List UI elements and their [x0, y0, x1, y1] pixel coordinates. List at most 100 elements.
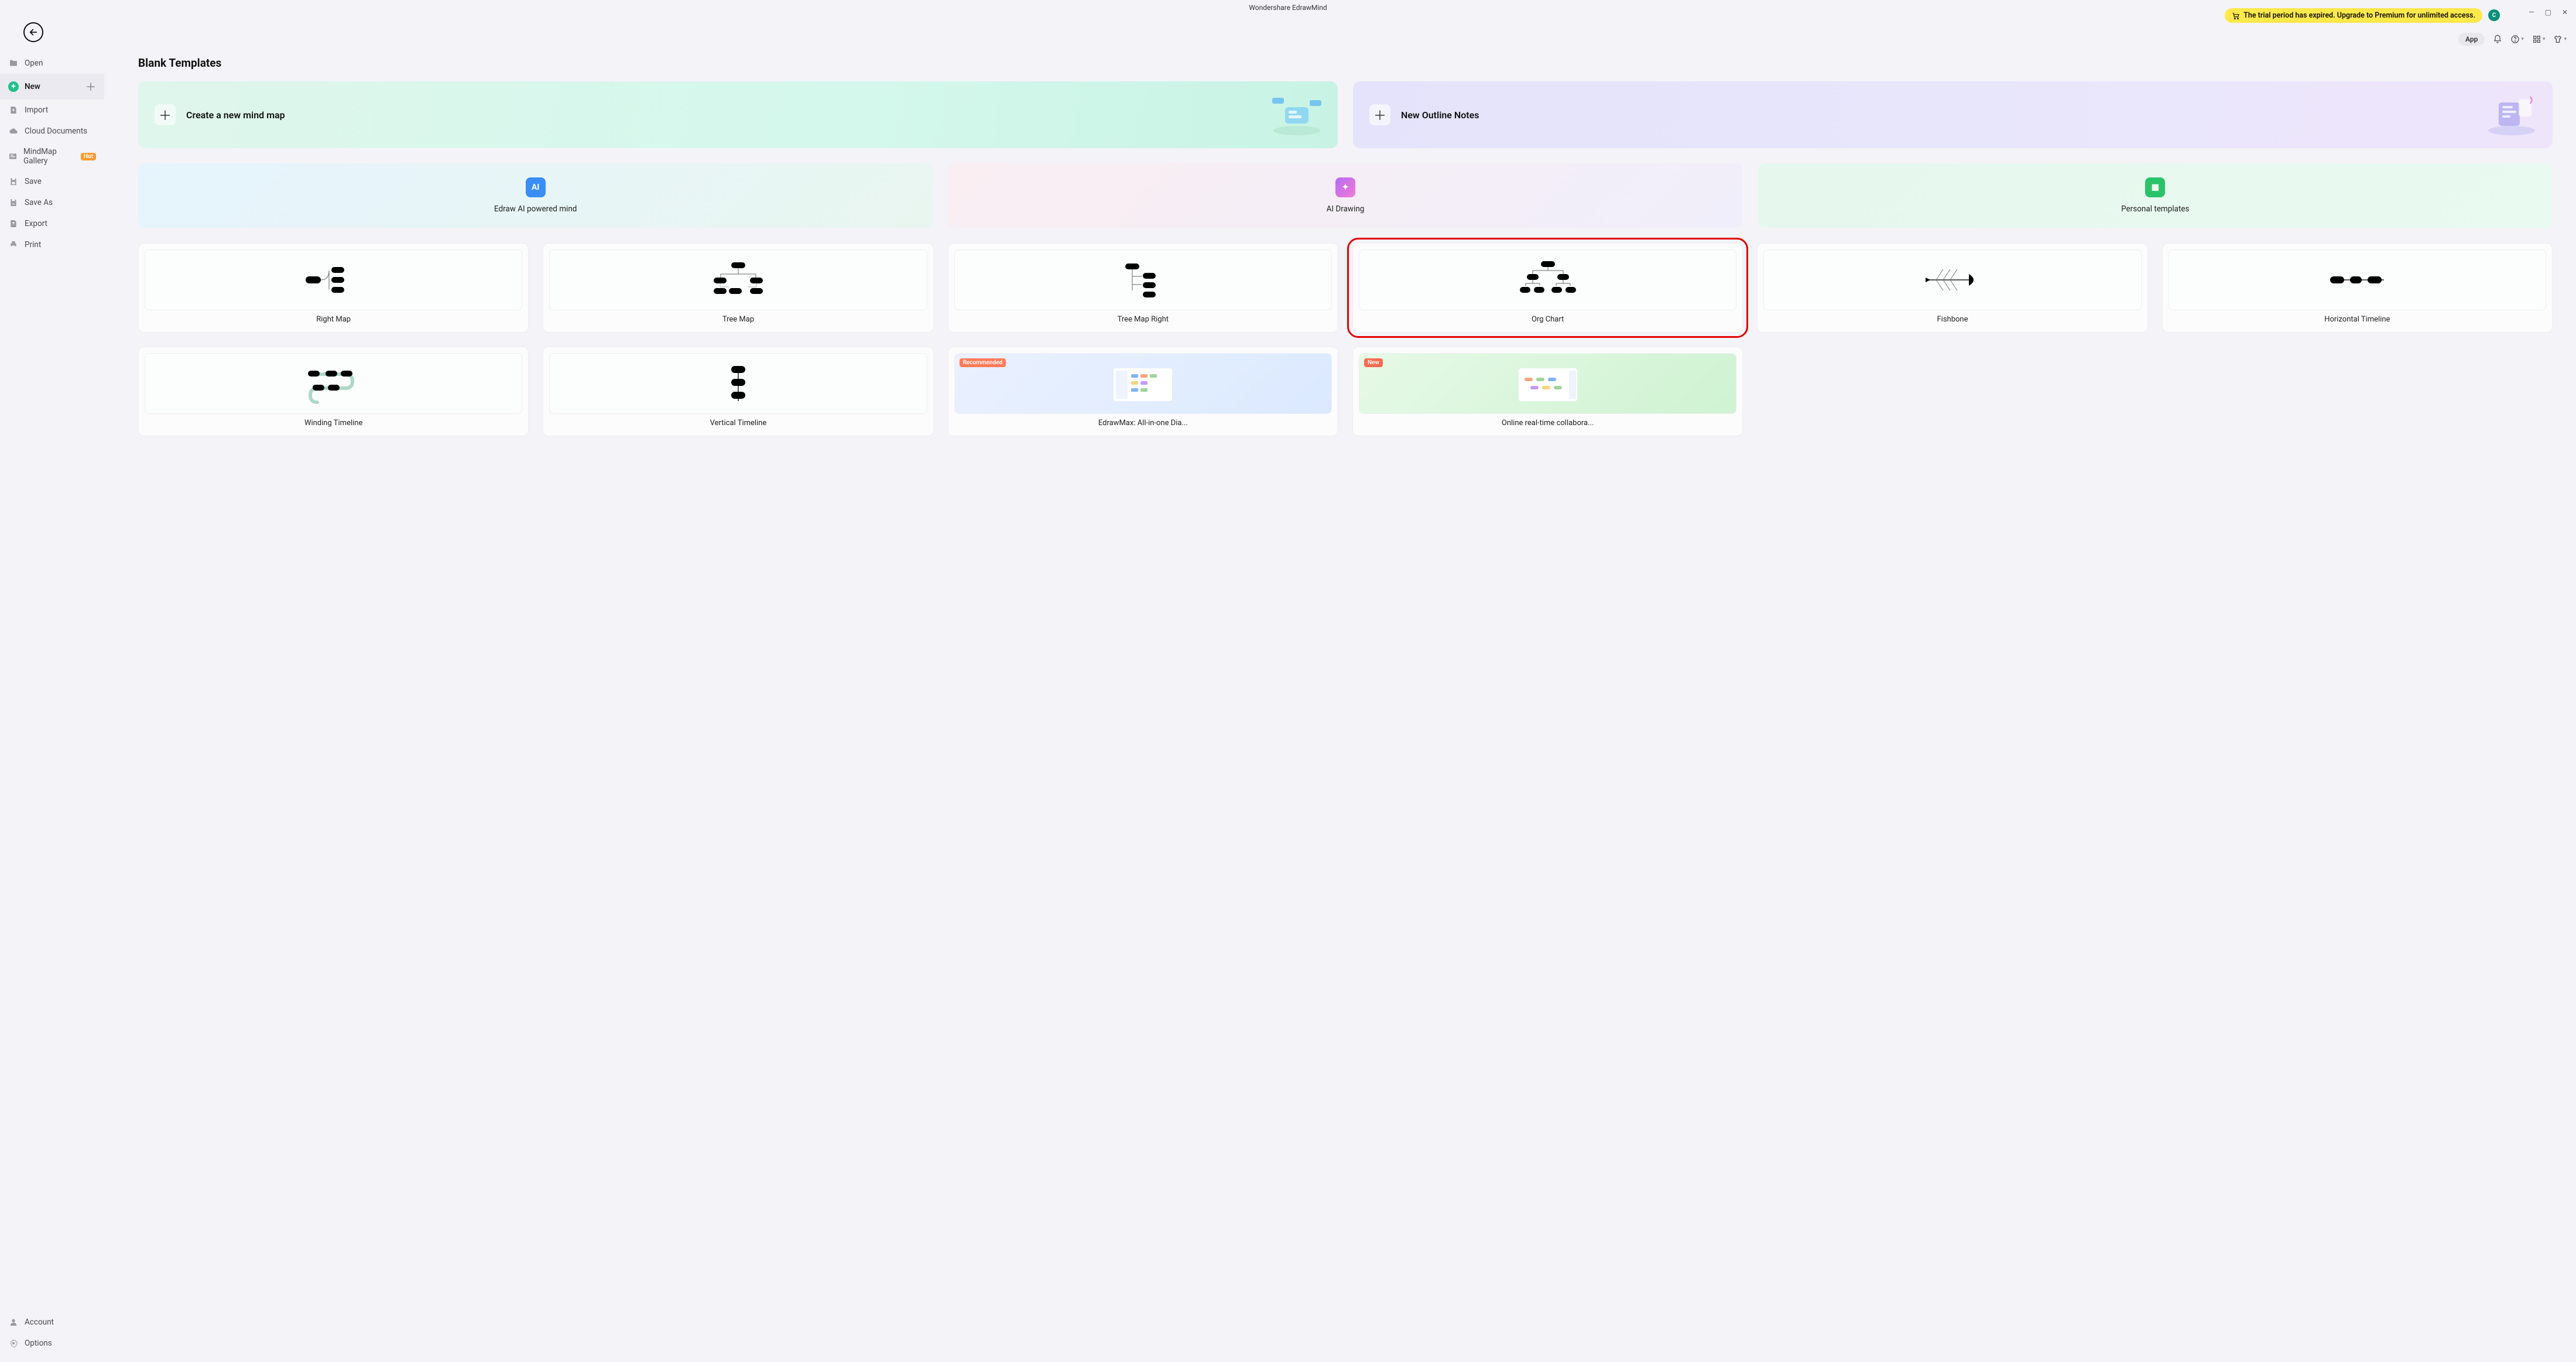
- grid-icon: [2532, 35, 2541, 44]
- ai-drawing-card[interactable]: ✦ AI Drawing: [948, 163, 1742, 228]
- save-as-icon: [8, 197, 19, 208]
- bell-icon: [2493, 35, 2502, 44]
- template-fishbone[interactable]: Fishbone: [1757, 243, 2147, 333]
- cart-icon: [2232, 12, 2240, 20]
- import-icon: [8, 105, 19, 115]
- export-icon: [8, 218, 19, 229]
- sidebar-item-label: Open: [25, 59, 43, 68]
- sidebar-item-cloud-documents[interactable]: Cloud Documents: [0, 121, 104, 142]
- app-badge[interactable]: App: [2458, 33, 2485, 46]
- trial-upgrade-banner[interactable]: The trial period has expired. Upgrade to…: [2225, 8, 2482, 23]
- hero-label: Create a new mind map: [186, 109, 285, 121]
- sidebar-item-label: Save: [25, 177, 42, 186]
- org-chart-thumbnail-icon: [1359, 249, 1736, 310]
- template-label: Org Chart: [1532, 315, 1564, 324]
- avatar[interactable]: C: [2488, 9, 2500, 21]
- sidebar-item-mindmap-gallery[interactable]: MindMap Gallery Hot: [0, 142, 104, 171]
- plus-icon: ＋: [155, 104, 176, 125]
- app-title: Wondershare EdrawMind: [1249, 4, 1327, 12]
- tree-map-thumbnail-icon: [549, 249, 927, 310]
- ai-icon: AI: [526, 177, 546, 197]
- new-outline-notes-card[interactable]: ＋ New Outline Notes: [1353, 81, 2553, 148]
- template-horizontal-timeline[interactable]: Horizontal Timeline: [2162, 243, 2553, 333]
- icon-text: ▦: [2152, 183, 2159, 192]
- right-map-thumbnail-icon: [145, 249, 522, 310]
- sidebar-item-save[interactable]: Save: [0, 171, 104, 192]
- templates-icon: ▦: [2145, 177, 2165, 197]
- shortcuts-button[interactable]: ▾: [2532, 35, 2546, 44]
- sidebar-item-label: Cloud Documents: [25, 126, 87, 136]
- sidebar-item-import[interactable]: Import: [0, 100, 104, 121]
- template-label: Vertical Timeline: [710, 419, 767, 427]
- template-label: Right Map: [316, 315, 351, 324]
- sidebar-item-options[interactable]: Options: [0, 1333, 104, 1354]
- sidebar-item-label: MindMap Gallery: [23, 147, 74, 166]
- sidebar-item-label: Save As: [25, 198, 53, 207]
- user-icon: [8, 1317, 19, 1327]
- create-mind-map-card[interactable]: ＋ Create a new mind map: [138, 81, 1338, 148]
- sidebar-item-save-as[interactable]: Save As: [0, 192, 104, 213]
- template-tree-map-right[interactable]: Tree Map Right: [948, 243, 1338, 333]
- main-content: Blank Templates ＋ Create a new mind map …: [104, 15, 2576, 1362]
- sidebar-item-label: New: [25, 82, 40, 91]
- feature-label: Personal templates: [2121, 204, 2189, 214]
- theme-button[interactable]: ▾: [2553, 35, 2567, 44]
- template-label: Online real-time collabora...: [1502, 419, 1594, 427]
- template-label: Winding Timeline: [304, 419, 362, 427]
- template-label: EdrawMax: All-in-one Dia...: [1098, 419, 1188, 427]
- template-online-collab[interactable]: New Online real-time collabora...: [1352, 347, 1743, 436]
- avatar-letter: C: [2492, 12, 2496, 19]
- tree-map-right-thumbnail-icon: [954, 249, 1332, 310]
- chevron-down-icon: ▾: [2521, 36, 2524, 42]
- icon-text: AI: [532, 183, 540, 192]
- gallery-icon: [8, 151, 18, 162]
- personal-templates-card[interactable]: ▦ Personal templates: [1758, 163, 2553, 228]
- window-close-button[interactable]: ✕: [2562, 8, 2568, 16]
- sidebar-item-label: Options: [25, 1339, 52, 1348]
- sidebar-item-label: Print: [25, 240, 41, 249]
- template-label: Tree Map: [722, 315, 754, 324]
- sidebar-item-label: Import: [25, 105, 48, 115]
- print-icon: [8, 239, 19, 250]
- sparkle-icon: ✦: [1335, 177, 1355, 197]
- template-tree-map[interactable]: Tree Map: [543, 243, 933, 333]
- sidebar-item-account[interactable]: Account: [0, 1312, 104, 1333]
- feature-label: AI Drawing: [1327, 204, 1365, 214]
- feature-label: Edraw AI powered mind: [494, 204, 577, 214]
- sidebar-item-open[interactable]: Open: [0, 53, 104, 74]
- plus-circle-icon: +: [8, 81, 19, 92]
- vertical-timeline-thumbnail-icon: [549, 353, 927, 414]
- recommended-badge: Recommended: [960, 358, 1006, 367]
- trial-banner-text: The trial period has expired. Upgrade to…: [2243, 11, 2475, 20]
- template-org-chart[interactable]: Org Chart: [1352, 243, 1743, 333]
- notifications-button[interactable]: [2493, 35, 2502, 44]
- template-winding-timeline[interactable]: Winding Timeline: [138, 347, 529, 436]
- sidebar-item-print[interactable]: Print: [0, 234, 104, 255]
- sidebar: Open + New ＋ Import Cloud Documents Mind…: [0, 15, 104, 1362]
- template-vertical-timeline[interactable]: Vertical Timeline: [543, 347, 933, 436]
- edraw-ai-card[interactable]: AI Edraw AI powered mind: [138, 163, 933, 228]
- sidebar-item-export[interactable]: Export: [0, 213, 104, 234]
- help-icon: [2510, 35, 2520, 44]
- winding-timeline-thumbnail-icon: [145, 353, 522, 414]
- outline-notes-illustration-icon: [2482, 92, 2541, 138]
- hero-label: New Outline Notes: [1401, 109, 1479, 121]
- new-badge: New: [1364, 358, 1383, 367]
- mind-map-illustration-icon: [1268, 92, 1326, 138]
- template-label: Fishbone: [1937, 315, 1968, 324]
- chevron-down-icon: ▾: [2564, 36, 2567, 42]
- sidebar-item-label: Account: [25, 1317, 54, 1327]
- save-icon: [8, 176, 19, 187]
- help-button[interactable]: ▾: [2510, 35, 2524, 44]
- online-collab-thumbnail-icon: New: [1359, 353, 1736, 414]
- gear-icon: [8, 1338, 19, 1349]
- template-right-map[interactable]: Right Map: [138, 243, 529, 333]
- window-minimize-button[interactable]: —: [2529, 8, 2534, 16]
- cloud-icon: [8, 126, 19, 136]
- fishbone-thumbnail-icon: [1763, 249, 2141, 310]
- template-label: Horizontal Timeline: [2324, 315, 2390, 324]
- sidebar-item-new[interactable]: + New ＋: [0, 74, 104, 100]
- window-maximize-button[interactable]: ▢: [2545, 8, 2551, 16]
- template-edrawmax[interactable]: Recommended EdrawMax: All-in-one Dia...: [948, 347, 1338, 436]
- plus-icon[interactable]: ＋: [85, 79, 96, 94]
